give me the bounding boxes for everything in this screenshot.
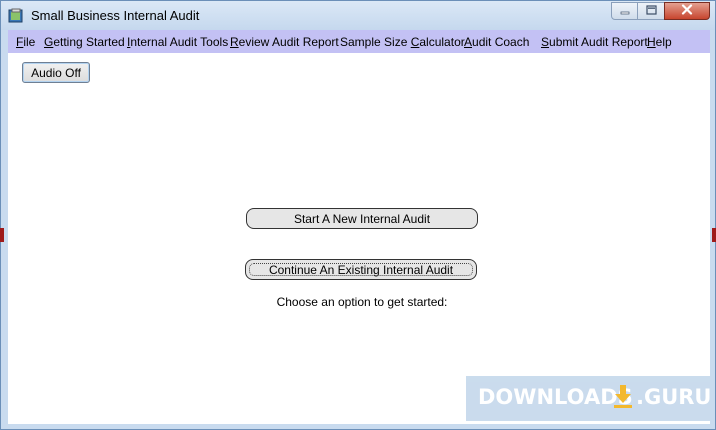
menu-item-mnemonic: A (464, 35, 473, 49)
minimize-button[interactable] (611, 2, 638, 20)
menu-item-mnemonic: G (44, 35, 54, 49)
edge-marker-left (0, 228, 4, 242)
menu-item-help[interactable]: Help (647, 35, 672, 49)
watermark-text-left: DOWNLOADS (478, 385, 633, 409)
minimize-icon (620, 2, 630, 20)
maximize-icon (645, 2, 657, 20)
menu-item-label: eview Audit Report (238, 35, 339, 49)
menu-item-review-audit-report[interactable]: Review Audit Report (230, 35, 339, 49)
audio-toggle-button[interactable]: Audio Off (22, 62, 90, 83)
menu-item-label: elp (655, 35, 672, 49)
menu-item-file[interactable]: File (16, 35, 35, 49)
window-title: Small Business Internal Audit (31, 8, 200, 23)
title-bar[interactable]: Small Business Internal Audit (1, 1, 715, 30)
close-button[interactable] (664, 2, 710, 20)
menu-item-label: alculator (419, 35, 465, 49)
menu-item-mnemonic: S (541, 35, 550, 49)
edge-marker-right (712, 228, 716, 242)
menu-item-label: ubmit Audit Report (549, 35, 648, 49)
menu-item-label: etting Started (53, 35, 125, 49)
menu-item-label: udit Coach (472, 35, 530, 49)
continue-existing-audit-button[interactable]: Continue An Existing Internal Audit (245, 259, 477, 280)
start-new-audit-button[interactable]: Start A New Internal Audit (246, 208, 478, 229)
watermark: DOWNLOADS .GURU (466, 376, 712, 421)
menu-bar: File Getting Started Internal Audit Tool… (8, 30, 710, 53)
menu-item-submit-audit-report[interactable]: Submit Audit Report (541, 35, 648, 49)
app-window: Small Business Internal Audit File Getti… (0, 0, 716, 430)
menu-item-prefix: Sample Size (340, 35, 411, 49)
menu-item-label: ile (23, 35, 36, 49)
app-icon[interactable] (8, 8, 24, 24)
menu-item-mnemonic: H (647, 35, 656, 49)
watermark-text-right: .GURU (636, 385, 712, 409)
menu-item-label: nternal Audit Tools (130, 35, 229, 49)
prompt-text: Choose an option to get started: (276, 295, 448, 309)
window-controls (611, 2, 710, 21)
menu-item-sample-size-calculator[interactable]: Sample Size Calculator (340, 35, 465, 49)
menu-item-audit-coach[interactable]: Audit Coach (464, 35, 529, 49)
close-icon (681, 2, 693, 20)
menu-item-mnemonic: R (230, 35, 239, 49)
client-area: Audio Off Start A New Internal Audit Con… (8, 53, 710, 424)
menu-item-getting-started[interactable]: Getting Started (44, 35, 125, 49)
maximize-button[interactable] (637, 2, 665, 20)
menu-item-internal-audit-tools[interactable]: Internal Audit Tools (127, 35, 228, 49)
download-arrow-icon (613, 383, 633, 418)
continue-existing-audit-label: Continue An Existing Internal Audit (268, 262, 454, 277)
